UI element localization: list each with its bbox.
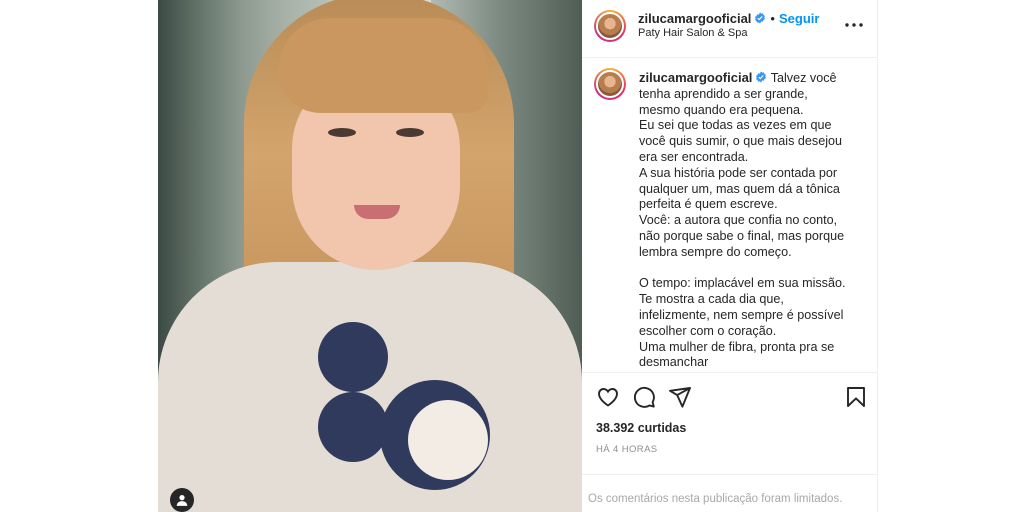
more-options-icon[interactable] <box>844 17 864 33</box>
likes-count[interactable]: 38.392 curtidas <box>596 421 686 435</box>
caption-line: infelizmente, nem sempre é possível <box>639 307 844 322</box>
verified-badge-icon <box>756 71 767 83</box>
caption-line: mesmo quando era pequena. <box>639 102 804 117</box>
lips-shape <box>354 205 400 219</box>
comment-icon <box>633 386 655 408</box>
bangs-shape <box>278 18 488 113</box>
comments-limited-notice: Os comentários nesta publicação foram li… <box>582 474 878 512</box>
post-location[interactable]: Paty Hair Salon & Spa <box>638 27 747 39</box>
follow-button[interactable]: Seguir <box>779 11 819 26</box>
like-button[interactable] <box>596 385 620 409</box>
caption-line: escolher com o coração. <box>639 323 777 338</box>
caption-line: Eu sei que todas as vezes em que <box>639 118 832 133</box>
heart-icon <box>598 388 618 407</box>
save-button[interactable] <box>844 385 868 409</box>
left-eye-shape <box>328 128 356 137</box>
verified-badge-icon <box>755 12 766 24</box>
caption-line: desmanchar <box>639 355 709 370</box>
caption-line: lembra sempre do começo. <box>639 244 792 259</box>
caption-line: A sua história pode ser contada por <box>639 165 838 180</box>
caption-line: não porque sabe o final, mas porque <box>639 228 845 243</box>
caption-line: Te mostra a cada dia que, <box>639 292 784 307</box>
post-photo[interactable] <box>158 0 582 512</box>
caption-line: perfeita é quem escreve. <box>639 197 778 212</box>
caption-username[interactable]: zilucamargooficial <box>639 70 752 85</box>
mickey-ear-shape <box>318 392 388 462</box>
post-side-panel: zilucamargooficial • Seguir Paty Hair Salo… <box>582 0 878 512</box>
post-header: zilucamargooficial • Seguir Paty Hair Salo… <box>582 0 878 58</box>
separator-dot: • <box>770 11 775 26</box>
caption-line: tenha aprendido a ser grande, <box>639 86 808 101</box>
user-icon <box>176 495 188 506</box>
caption-line: Você: a autora que confia no conto, <box>639 213 838 228</box>
caption-area: zilucamargooficial Talvez você tenha apr… <box>582 58 878 370</box>
caption-line: Uma mulher de fibra, pronta pra se <box>639 339 835 354</box>
mickey-ear-shape <box>318 322 388 392</box>
share-icon <box>669 387 691 408</box>
caption-line: você quis sumir, o que mais desejou <box>639 134 843 149</box>
right-eye-shape <box>396 128 424 137</box>
header-user-line: zilucamargooficial • Seguir <box>638 10 819 28</box>
post-time[interactable]: HÁ 4 HORAS <box>596 444 658 455</box>
instagram-post-view: zilucamargooficial • Seguir Paty Hair Salo… <box>0 0 1024 512</box>
author-username[interactable]: zilucamargooficial <box>638 11 751 26</box>
bookmark-icon <box>847 387 865 407</box>
caption-first-line: Talvez você <box>770 71 837 85</box>
author-avatar[interactable] <box>594 10 626 42</box>
caption-avatar[interactable] <box>594 68 626 100</box>
caption-text: zilucamargooficial Talvez você tenha apr… <box>639 70 869 370</box>
caption-line: qualquer um, mas quem dá a tônica <box>639 181 840 196</box>
caption-line: era ser encontrada. <box>639 149 749 164</box>
action-bar <box>582 372 878 420</box>
share-button[interactable] <box>668 385 692 409</box>
comment-button[interactable] <box>632 385 656 409</box>
caption-line: O tempo: implacável em sua missão. <box>639 276 846 291</box>
mickey-face-shape <box>408 400 488 480</box>
tagged-user-button[interactable] <box>170 488 194 512</box>
